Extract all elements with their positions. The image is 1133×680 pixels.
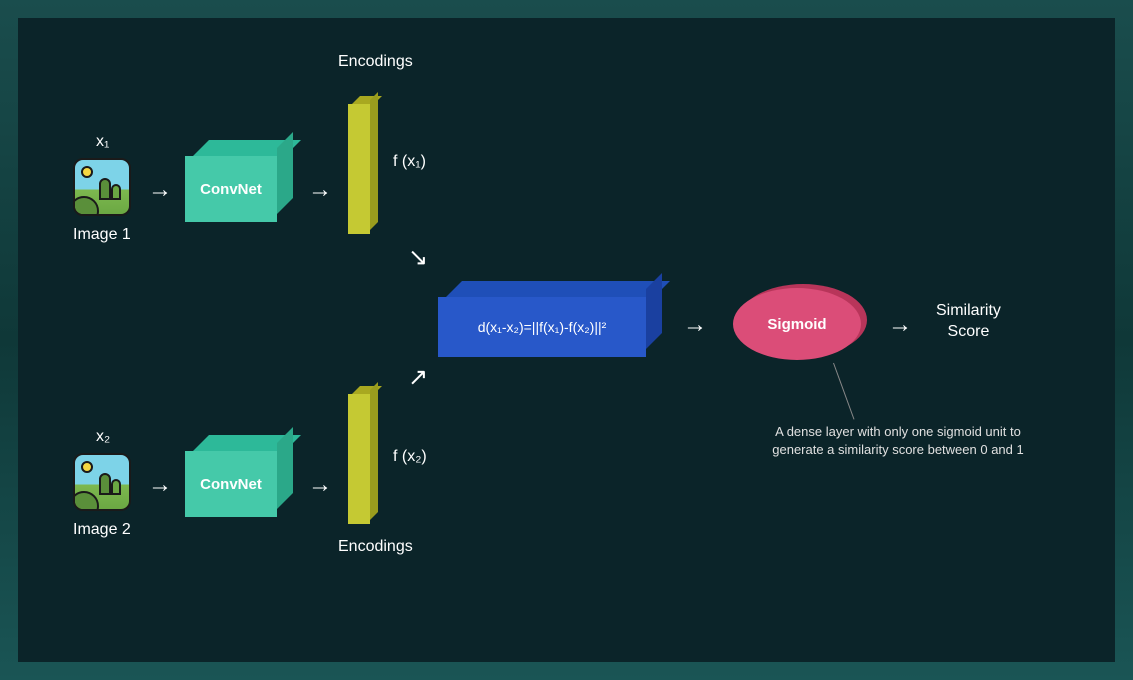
- image2-caption: Image 2: [73, 521, 131, 539]
- arrow-to-sigmoid: →: [683, 311, 707, 339]
- x2-label: x₂: [96, 428, 110, 446]
- diagram-canvas: Encodings x₁ Image 1 → ConvNet → f (x₁) …: [18, 18, 1115, 662]
- sigmoid-label: Sigmoid: [733, 288, 861, 360]
- arrow-diag-up: ↗: [408, 363, 428, 392]
- encoding-bar-1: [348, 96, 370, 234]
- arrow-to-output: →: [888, 311, 912, 339]
- output-label: SimilarityScore: [936, 301, 1001, 343]
- distance-box: d(x₁-x₂)=||f(x₁)-f(x₂)||²: [438, 281, 646, 357]
- encoding-bar-2: [348, 386, 370, 524]
- arrow-diag-down: ↘: [408, 243, 428, 272]
- arrow-1b: →: [308, 176, 332, 204]
- image2-icon: [73, 453, 131, 511]
- convnet-2: ConvNet: [185, 435, 277, 517]
- x1-label: x₁: [96, 133, 109, 151]
- sigmoid-note: A dense layer with only one sigmoid unit…: [758, 423, 1038, 459]
- convnet-1: ConvNet: [185, 140, 277, 222]
- encodings-title-top: Encodings: [338, 53, 413, 71]
- arrow-2b: →: [308, 471, 332, 499]
- sigmoid-node: Sigmoid: [733, 288, 861, 360]
- arrow-2a: →: [148, 471, 172, 499]
- distance-formula: d(x₁-x₂)=||f(x₁)-f(x₂)||²: [438, 297, 646, 357]
- image1-caption: Image 1: [73, 226, 131, 244]
- fx2-label: f (x₂): [393, 448, 427, 466]
- encodings-title-bottom: Encodings: [338, 538, 413, 556]
- arrow-1a: →: [148, 176, 172, 204]
- convnet-2-label: ConvNet: [185, 451, 277, 517]
- fx1-label: f (x₁): [393, 153, 426, 171]
- image1-icon: [73, 158, 131, 216]
- convnet-1-label: ConvNet: [185, 156, 277, 222]
- callout-line: [833, 363, 854, 420]
